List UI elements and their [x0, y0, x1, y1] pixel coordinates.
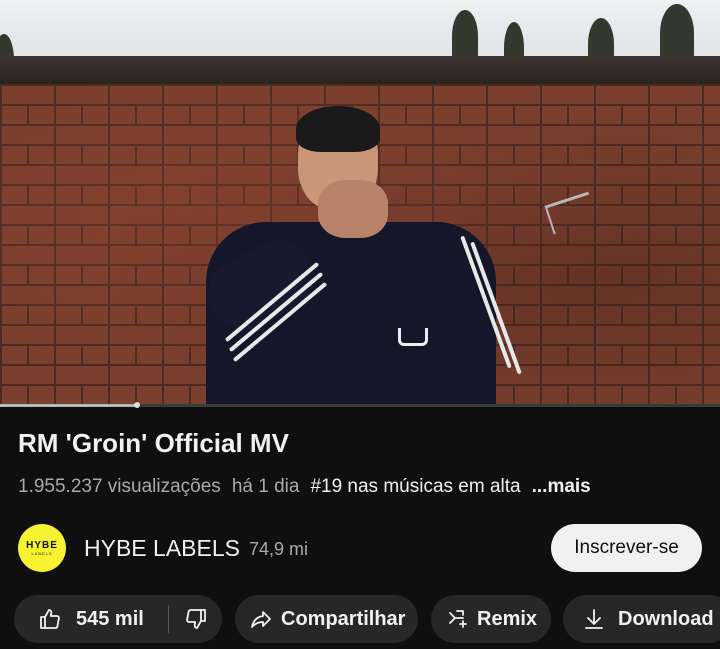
video-tree	[660, 4, 694, 62]
avatar-logo-text: HYBE	[26, 540, 58, 551]
more-link[interactable]: ...mais	[532, 476, 591, 498]
subscribe-button[interactable]: Inscrever-se	[551, 524, 702, 572]
download-label: Download	[618, 607, 714, 630]
dislike-button[interactable]	[169, 595, 222, 643]
remix-button[interactable]: Remix	[431, 595, 551, 643]
channel-name[interactable]: HYBE LABELS	[84, 535, 240, 562]
wall-cap	[0, 56, 720, 84]
share-label: Compartilhar	[281, 607, 406, 630]
subscriber-count: 74,9 mi	[249, 539, 309, 559]
thumbs-down-icon	[185, 609, 206, 629]
share-button[interactable]: Compartilhar	[235, 595, 418, 643]
progress-scrubber[interactable]	[133, 402, 140, 408]
jacket-logo	[398, 328, 428, 346]
progress-fill	[0, 404, 137, 407]
video-player[interactable]	[0, 0, 720, 406]
like-dislike-group: 545 mil	[14, 595, 222, 643]
person-hair	[296, 106, 380, 152]
avatar-logo-subtext: LABELS	[31, 551, 53, 556]
thumbs-up-icon	[40, 609, 60, 629]
channel-avatar[interactable]: HYBE LABELS	[18, 524, 66, 572]
download-button[interactable]: Download	[563, 595, 720, 643]
video-person	[196, 106, 522, 406]
like-button[interactable]: 545 mil	[14, 595, 168, 643]
share-icon	[251, 611, 271, 628]
trending-badge[interactable]: #19 nas músicas em alta	[310, 476, 520, 498]
download-icon	[585, 609, 603, 629]
remix-icon	[449, 610, 467, 628]
video-progress-bar[interactable]	[0, 402, 720, 408]
video-title: RM 'Groin' Official MV	[18, 428, 289, 458]
like-count: 545 mil	[76, 607, 144, 630]
video-tree	[452, 10, 478, 62]
person-hand	[318, 180, 388, 238]
view-count: 1.955.237 visualizações	[18, 476, 221, 497]
video-metadata[interactable]: 1.955.237 visualizações há 1 dia #19 nas…	[18, 476, 591, 498]
remix-label: Remix	[477, 607, 538, 630]
upload-age: há 1 dia	[231, 476, 300, 497]
